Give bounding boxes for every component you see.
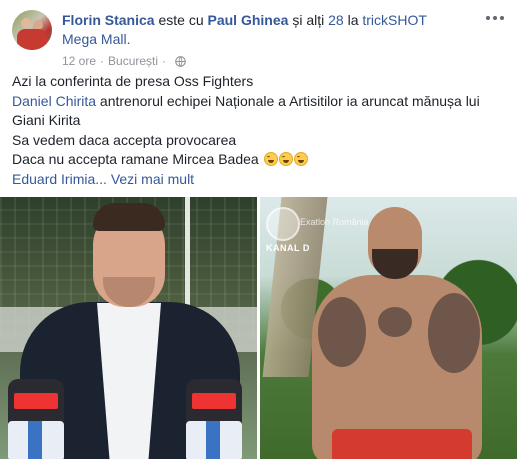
laughing-emoji-icon — [278, 152, 293, 166]
photo-man-with-gloves[interactable] — [0, 197, 257, 459]
post-meta: 12 ore · București · — [62, 53, 186, 69]
header-connector: este cu — [158, 12, 204, 28]
facebook-post: Florin Stanica este cu Paul Ghinea și al… — [0, 0, 517, 459]
globe-icon[interactable] — [175, 55, 186, 67]
post-text: Azi la conferinta de presa Oss Fighters … — [12, 72, 507, 189]
others-link[interactable]: 28 — [328, 12, 344, 28]
show-watermark: Exatlon România — [300, 217, 369, 227]
post-line-1: Azi la conferinta de presa Oss Fighters — [12, 73, 254, 89]
tagged-person-link[interactable]: Paul Ghinea — [208, 12, 289, 28]
mention-eduard-irimia[interactable]: Eduard Irimia — [12, 171, 95, 187]
kanal-d-logo — [266, 207, 300, 241]
post-city-link[interactable]: București — [108, 53, 158, 69]
channel-label: KANAL D — [266, 243, 310, 253]
post-line-4: Daca nu accepta ramane Mircea Badea — [12, 150, 507, 170]
header-at: la — [347, 12, 359, 28]
post-time-link[interactable]: 12 ore — [62, 53, 96, 69]
more-options-icon[interactable] — [486, 14, 506, 22]
post-line-2: Daniel Chirita antrenorul echipei Națion… — [12, 92, 480, 129]
author-name-link[interactable]: Florin Stanica — [62, 12, 155, 28]
post-line-5: Eduard Irimia... Vezi mai mult — [12, 170, 507, 190]
post-header: Florin Stanica este cu Paul Ghinea și al… — [62, 11, 462, 49]
mention-daniel-chirita[interactable]: Daniel Chirita — [12, 93, 96, 109]
photo-tattooed-man[interactable]: KANAL D Exatlon România — [260, 197, 517, 459]
laughing-emoji-icon — [293, 152, 308, 166]
laughing-emoji-icon — [263, 152, 278, 166]
author-avatar[interactable] — [12, 10, 52, 50]
see-more-link[interactable]: ... Vezi mai mult — [95, 171, 194, 187]
post-photos: KANAL D Exatlon România — [0, 197, 517, 459]
header-and: și alți — [292, 12, 325, 28]
post-line-3: Sa vedem daca accepta provocarea — [12, 131, 237, 148]
